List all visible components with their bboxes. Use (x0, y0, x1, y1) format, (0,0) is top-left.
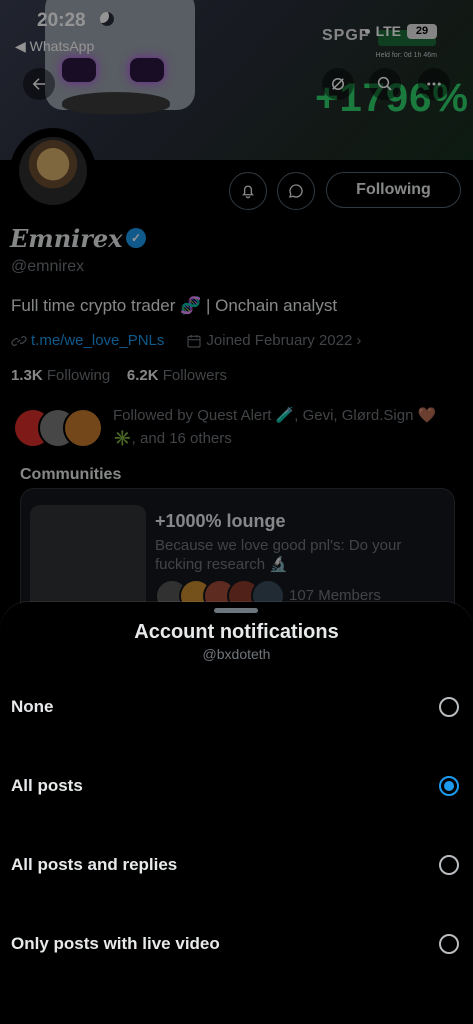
option-label: All posts (11, 776, 83, 795)
following-button[interactable]: Following (326, 172, 461, 208)
communities-title: Communities (20, 466, 122, 483)
notifications-bell-button[interactable] (229, 172, 267, 210)
sheet-grabber[interactable] (214, 608, 258, 613)
back-button[interactable] (23, 68, 55, 100)
profile-link[interactable]: t.me/we_love_PNLs (31, 332, 164, 349)
following-count: 1.3K (11, 367, 43, 384)
profile-screen: SPGF Held for: 0d 1h 46m +1796% 20:28 ◀ … (0, 0, 473, 1024)
followers-count: 6.2K (126, 367, 159, 384)
link-icon (11, 335, 27, 346)
radio-button[interactable] (439, 855, 459, 875)
profile-handle: @emnirex (11, 258, 85, 275)
moon-icon (100, 12, 114, 26)
followers-stat[interactable]: 6.2K Followers (127, 367, 227, 384)
search-button[interactable] (369, 68, 401, 100)
option-all-posts[interactable]: All posts (0, 756, 473, 816)
signal-dot-icon (364, 28, 370, 34)
following-stat[interactable]: 1.3K Following (11, 367, 110, 384)
radio-button[interactable] (439, 934, 459, 954)
robot-eye-right (130, 58, 164, 82)
community-name: +1000% lounge (155, 511, 286, 531)
message-button[interactable] (277, 172, 315, 210)
option-label: Only posts with live video (11, 934, 220, 953)
network-label: LTE (375, 23, 401, 39)
sheet-title: Account notifications (134, 621, 339, 643)
verified-badge-icon: ✓ (126, 228, 146, 248)
back-to-app-link[interactable]: ◀ WhatsApp (15, 38, 94, 55)
robot-mustache (62, 92, 170, 114)
avatar-image (19, 137, 87, 205)
community-description: Because we love good pnl's: Do your fuck… (155, 537, 402, 573)
option-none[interactable]: None (0, 677, 473, 737)
follower-avatar (63, 408, 103, 448)
followers-label: Followers (162, 367, 227, 384)
option-all-posts-and-replies[interactable]: All posts and replies (0, 835, 473, 895)
banner-brand: SPGF (322, 27, 370, 44)
option-label: None (11, 697, 54, 716)
chevron-right-icon[interactable]: › (356, 332, 361, 349)
more-options-button[interactable] (418, 68, 450, 100)
battery-icon: 29 (407, 23, 437, 39)
option-label: All posts and replies (11, 855, 178, 874)
robot-eye-left (62, 58, 96, 82)
account-notifications-sheet: Account notifications @bxdoteth None All… (0, 602, 473, 1024)
followed-by-text[interactable]: Followed by Quest Alert 🧪, Gevi, Glørd.S… (113, 404, 463, 450)
search-icon (377, 76, 392, 91)
joined-date: Joined February 2022 (206, 332, 353, 349)
profile-bio: Full time crypto trader 🧬 | Onchain anal… (11, 296, 338, 315)
sheet-subtitle: @bxdoteth (202, 646, 271, 662)
follow-counts: 1.3K Following 6.2K Followers (11, 367, 227, 384)
bell-icon (242, 185, 254, 199)
banner-note: Held for: 0d 1h 46m (375, 52, 437, 59)
edit-button[interactable] (322, 68, 354, 100)
calendar-icon (187, 334, 202, 348)
following-label: Following (46, 367, 111, 384)
option-live-video[interactable]: Only posts with live video (0, 914, 473, 974)
status-indicators: LTE 29 (364, 23, 437, 39)
arrow-left-icon (32, 78, 45, 90)
message-icon (289, 184, 303, 198)
edit-icon (332, 78, 344, 90)
display-name: Emnirex (10, 224, 123, 253)
followed-by-avatars[interactable] (13, 408, 103, 448)
profile-meta: t.me/we_love_PNLs Joined February 2022 › (11, 332, 361, 349)
radio-button[interactable] (439, 776, 459, 796)
profile-avatar[interactable] (10, 128, 96, 214)
status-time: 20:28 (37, 10, 86, 31)
more-icon (427, 82, 441, 86)
radio-button[interactable] (439, 697, 459, 717)
